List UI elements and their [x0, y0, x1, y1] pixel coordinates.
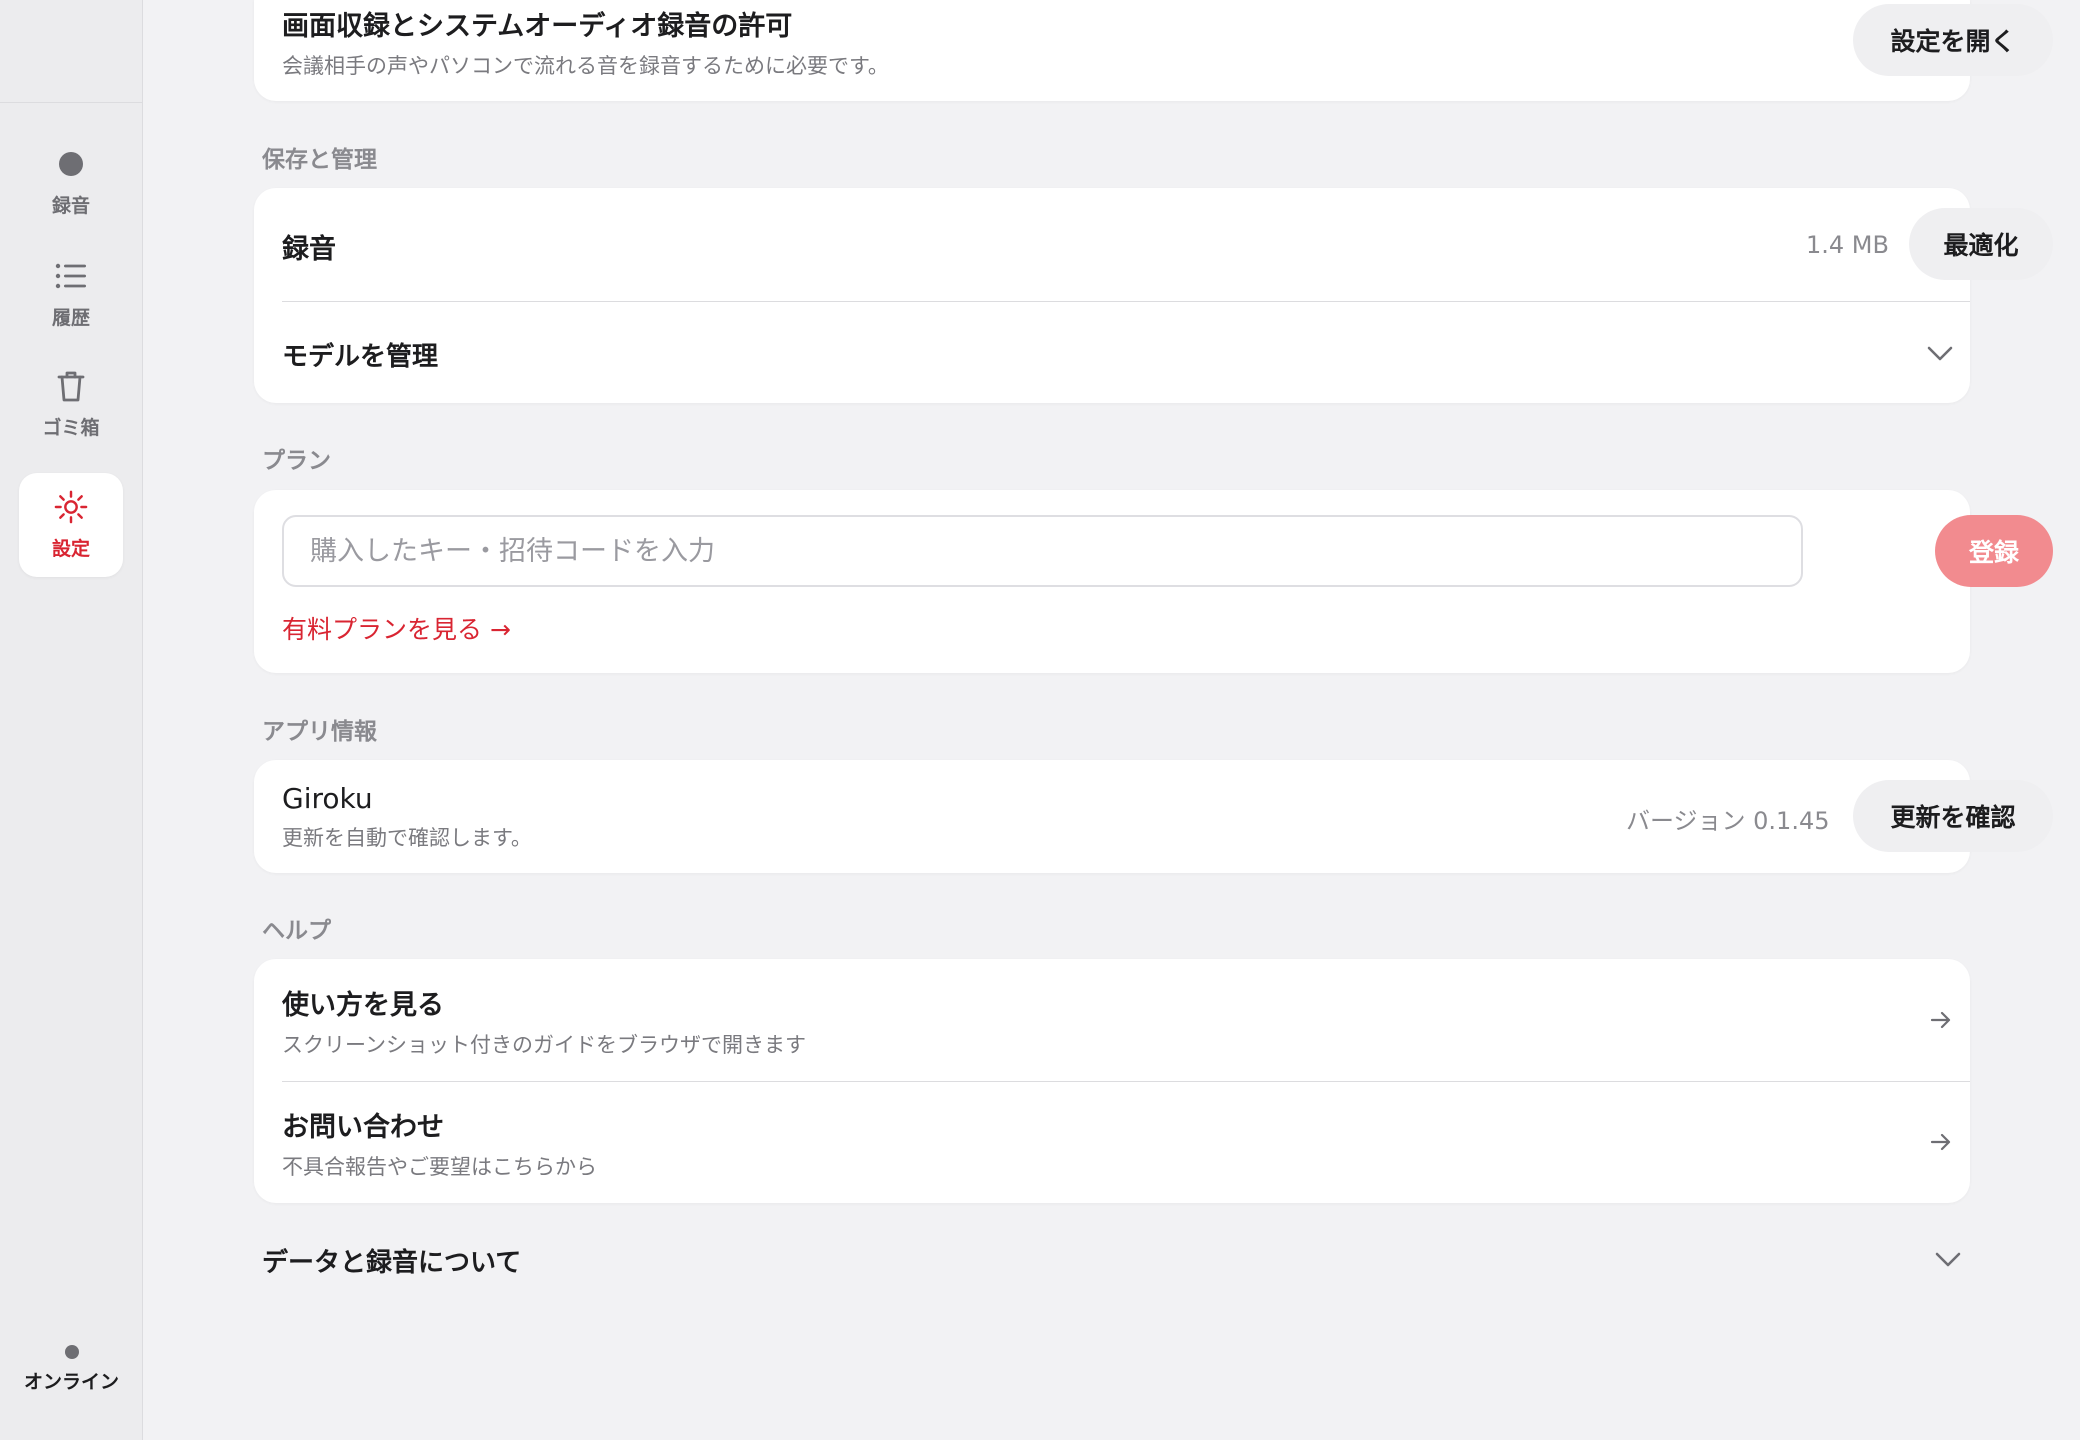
- permission-card: 画面収録とシステムオーディオ録音の許可 会議相手の声やパソコンで流れる音を録音す…: [254, 0, 2053, 101]
- status-label: オンライン: [23, 1371, 119, 1393]
- plan-card: 登録 有料プランを見る →: [254, 490, 2053, 673]
- contact-subtitle: 不具合報告やご要望はこちらから: [282, 1155, 597, 1179]
- data-and-recording-title: データと録音について: [262, 1248, 522, 1278]
- how-to-use-subtitle: スクリーンショット付きのガイドをブラウザで開きます: [282, 1033, 806, 1057]
- sidebar-item-settings[interactable]: 設定: [19, 473, 123, 577]
- register-button[interactable]: 登録: [1935, 515, 2053, 587]
- sidebar-item-label: 録音: [51, 194, 90, 217]
- check-updates-button[interactable]: 更新を確認: [1853, 780, 2053, 852]
- sidebar-item-record[interactable]: 録音: [19, 130, 123, 234]
- settings-content: 画面収録とシステムオーディオ録音の許可 会議相手の声やパソコンで流れる音を録音す…: [143, 0, 2080, 1440]
- settings-window: 録音 履歴 ゴミ箱 設定 オンライン 画面収録とシステムオーディオ録音の許可 会…: [0, 0, 2080, 1440]
- app-version: バージョン 0.1.45: [1626, 807, 1830, 835]
- about-card: Giroku 更新を自動で確認します。 バージョン 0.1.45 更新を確認: [254, 760, 2053, 873]
- app-name: Giroku: [282, 782, 373, 815]
- data-and-recording-disclosure[interactable]: データと録音について: [254, 1230, 1970, 1290]
- gear-icon: [54, 490, 88, 524]
- sidebar-item-trash[interactable]: ゴミ箱: [19, 352, 123, 456]
- section-label-plan: プラン: [262, 448, 331, 474]
- list-icon: [54, 259, 88, 293]
- auto-update-note: 更新を自動で確認します。: [282, 826, 532, 850]
- recording-label: 録音: [282, 234, 336, 265]
- section-label-storage: 保存と管理: [262, 147, 377, 173]
- open-settings-button[interactable]: 設定を開く: [1853, 4, 2053, 76]
- permission-title: 画面収録とシステムオーディオ録音の許可: [282, 11, 793, 42]
- sidebar-divider: [0, 102, 143, 103]
- permission-subtitle: 会議相手の声やパソコンで流れる音を録音するために必要です。: [282, 54, 889, 78]
- help-card: 使い方を見る スクリーンショット付きのガイドをブラウザで開きます お問い合わせ …: [254, 959, 1970, 1203]
- arrow-right-icon: [1930, 1011, 1951, 1029]
- connection-status: オンライン: [0, 1345, 143, 1394]
- how-to-use-title: 使い方を見る: [282, 990, 444, 1021]
- chevron-down-icon: [2010, 302, 2040, 332]
- chevron-down-icon: [1927, 346, 1953, 361]
- recording-size: 1.4 MB: [1806, 231, 1889, 259]
- contact-title: お問い合わせ: [282, 1112, 444, 1143]
- license-key-input[interactable]: [282, 515, 1803, 587]
- sidebar: 録音 履歴 ゴミ箱 設定 オンライン: [0, 0, 143, 1440]
- arrow-right-icon: [1930, 1133, 1951, 1151]
- manage-models-row[interactable]: モデルを管理: [254, 302, 1970, 403]
- section-label-help: ヘルプ: [262, 918, 331, 944]
- optimize-button[interactable]: 最適化: [1909, 208, 2053, 280]
- manage-models-label: モデルを管理: [282, 342, 439, 372]
- sidebar-item-label: ゴミ箱: [42, 416, 100, 439]
- sidebar-item-history[interactable]: 履歴: [19, 242, 123, 346]
- chevron-down-icon: [1935, 1252, 1961, 1267]
- contact-row[interactable]: お問い合わせ 不具合報告やご要望はこちらから: [254, 1082, 1970, 1203]
- sidebar-item-label: 設定: [51, 537, 90, 560]
- section-label-about: アプリ情報: [262, 719, 377, 745]
- status-dot-icon: [64, 1345, 79, 1359]
- trash-icon: [54, 369, 88, 403]
- how-to-use-row[interactable]: 使い方を見る スクリーンショット付きのガイドをブラウザで開きます: [254, 959, 1970, 1081]
- sidebar-item-label: 履歴: [51, 306, 90, 329]
- record-dot-icon: [54, 147, 88, 181]
- storage-card: 録音 1.4 MB 最適化 モデルを管理: [254, 188, 2053, 403]
- view-paid-plans-link[interactable]: 有料プランを見る →: [282, 610, 511, 646]
